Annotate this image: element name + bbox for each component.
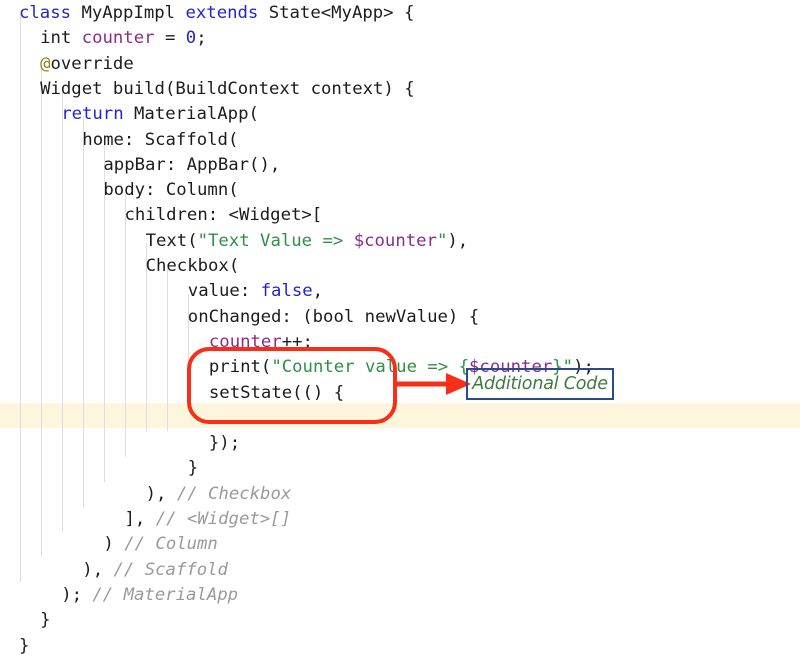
code-line: home: Scaffold( xyxy=(82,128,238,153)
code-line: print("Counter value => {$counter}"); xyxy=(209,355,594,380)
code-line: } xyxy=(40,608,50,633)
code-token-comment: // MaterialApp xyxy=(92,584,239,605)
code-token-interpolation: $counter xyxy=(469,357,553,378)
code-line: return MaterialApp( xyxy=(61,102,259,127)
code-token-comment: // <Widget>[] xyxy=(155,509,291,529)
code-token-plain: State<MyApp> { xyxy=(268,3,415,23)
code-token-keyword: return xyxy=(61,104,135,125)
code-token-plain: children: <Widget>[ xyxy=(124,205,323,226)
code-token-plain: body: Column( xyxy=(103,180,239,201)
code-lines-container: class MyAppImpl extends State<MyApp> {in… xyxy=(0,0,800,656)
code-token-plain: home: Scaffold( xyxy=(82,129,239,150)
code-token-plain: ++; xyxy=(281,331,313,352)
code-line: onChanged: (bool newValue) { xyxy=(188,305,479,330)
code-line: Text("Text Value => $counter"), xyxy=(146,229,469,254)
code-line: Checkbox( xyxy=(146,254,240,279)
code-token-plain: int xyxy=(40,28,82,49)
code-line: int counter = 0; xyxy=(40,26,207,51)
code-token-string: " xyxy=(436,230,448,251)
code-token-plain: ); xyxy=(573,357,594,378)
code-line: body: Column( xyxy=(103,178,238,203)
code-token-comment: // Checkbox xyxy=(176,483,292,504)
code-token-plain: MaterialApp( xyxy=(134,104,259,125)
code-token-plain: print( xyxy=(208,357,272,378)
code-token-keyword: extends xyxy=(185,3,269,23)
code-token-plain: onChanged: (bool newValue) { xyxy=(187,306,480,327)
code-token-plain: } xyxy=(187,458,199,479)
code-token-variable: counter xyxy=(81,28,155,49)
code-line: } xyxy=(19,634,29,659)
code-line: appBar: AppBar(), xyxy=(103,153,280,178)
code-token-string: }" xyxy=(552,357,574,378)
code-token-plain: override xyxy=(50,53,134,74)
code-line: ], // <Widget>[] xyxy=(125,507,291,532)
code-line: children: <Widget>[ xyxy=(125,203,323,228)
code-token-plain: ); xyxy=(61,584,93,605)
code-line: @override xyxy=(40,52,134,77)
code-token-annotation: @ xyxy=(40,53,51,74)
code-line: ), // Checkbox xyxy=(146,482,292,507)
code-line: }); xyxy=(209,431,240,456)
code-token-plain: ), xyxy=(82,559,114,580)
code-token-plain: ), xyxy=(447,230,469,251)
code-token-plain: ), xyxy=(145,483,177,504)
code-line: class MyAppImpl extends State<MyApp> { xyxy=(19,1,414,26)
code-line: counter++; xyxy=(209,330,313,355)
code-token-plain: appBar: AppBar(), xyxy=(103,154,281,175)
code-token-plain: value: xyxy=(187,281,261,302)
code-token-plain: Widget build(BuildContext context) { xyxy=(40,78,415,99)
code-token-plain: Text( xyxy=(145,230,198,251)
code-line: Widget build(BuildContext context) { xyxy=(40,77,415,102)
code-token-variable: counter xyxy=(208,331,282,352)
code-token-comment: // Column xyxy=(124,534,218,555)
code-token-comment: // Scaffold xyxy=(113,559,228,580)
code-token-plain: } xyxy=(40,610,51,631)
code-line: ); // MaterialApp xyxy=(61,583,238,608)
code-token-keyword: class xyxy=(19,3,82,23)
code-token-plain: MyAppImpl xyxy=(81,3,186,23)
code-token-plain: } xyxy=(19,635,30,656)
code-token-plain: = xyxy=(154,28,186,49)
code-token-plain: ) xyxy=(103,534,125,555)
code-token-interpolation: $counter xyxy=(353,230,437,251)
code-token-number: 0 xyxy=(185,28,197,49)
code-editor-surface: class MyAppImpl extends State<MyApp> {in… xyxy=(0,0,800,656)
code-token-plain: ], xyxy=(124,509,156,529)
code-token-keyword: false xyxy=(260,281,313,302)
code-token-plain: ; xyxy=(196,28,207,49)
code-token-plain: }); xyxy=(208,433,241,454)
code-line: setState(() { xyxy=(209,381,344,406)
code-token-plain: Checkbox( xyxy=(145,256,240,276)
code-token-plain: , xyxy=(312,281,324,302)
code-line: } xyxy=(188,456,198,481)
code-line: ) // Column xyxy=(103,532,217,557)
code-line: ), // Scaffold xyxy=(82,558,228,583)
code-token-plain: setState(() { xyxy=(208,382,345,403)
code-line: value: false, xyxy=(188,279,323,304)
code-token-string: "Text Value => xyxy=(197,230,354,251)
code-token-string: "Counter value => { xyxy=(271,357,470,378)
